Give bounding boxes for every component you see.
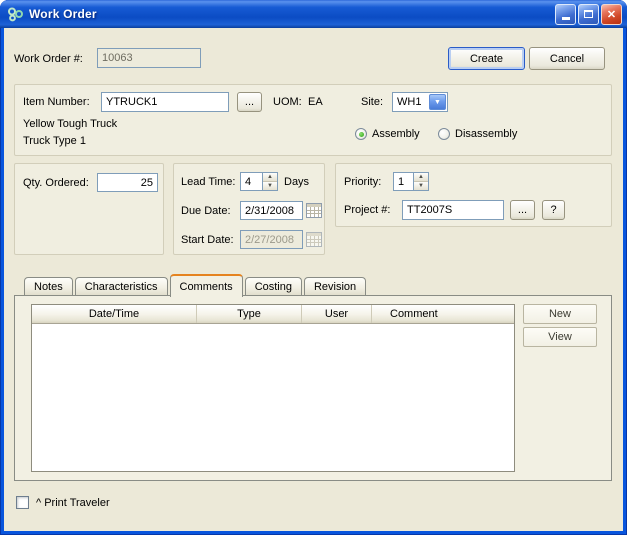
close-icon: ✕ [606, 8, 617, 21]
comments-table-body[interactable] [32, 324, 514, 471]
site-value: WH1 [397, 96, 422, 108]
print-traveler-checkbox[interactable] [16, 496, 29, 509]
lead-time-value[interactable]: 4 [240, 172, 262, 191]
tab-label: Costing [254, 280, 292, 293]
work-order-number-field: 10063 [97, 48, 201, 68]
due-date-label: Due Date: [181, 205, 231, 217]
qty-ordered-label: Qty. Ordered: [23, 177, 89, 189]
print-traveler-label: ^ Print Traveler [36, 497, 110, 509]
site-label: Site: [361, 96, 384, 108]
tab-comments[interactable]: Comments [169, 274, 243, 297]
disassembly-radio[interactable]: Disassembly [438, 128, 517, 140]
priority-group: Priority: 1 ▲ ▼ Project #: TT2007S ... ? [335, 163, 612, 227]
comments-table-header: Date/Time Type User Comment [32, 305, 514, 324]
start-date-label: Start Date: [181, 234, 234, 246]
minimize-icon [561, 16, 570, 20]
uom-value: EA [308, 96, 323, 108]
work-order-number-label: Work Order #: [14, 53, 83, 65]
cancel-button[interactable]: Cancel [529, 47, 605, 70]
tab-label: Comments [179, 280, 233, 293]
due-date-input[interactable]: 2/31/2008 [240, 201, 303, 220]
lead-time-spin-buttons: ▲ ▼ [262, 172, 278, 191]
start-date-calendar-icon[interactable] [306, 232, 322, 247]
uom-label: UOM: [273, 96, 302, 108]
item-group: Item Number: YTRUCK1 ... UOM: EA Site: W… [14, 84, 612, 156]
tab-costing[interactable]: Costing [244, 277, 302, 295]
schedule-group: Lead Time: 4 ▲ ▼ Days Due Date: 2/31/200… [173, 163, 325, 255]
site-select[interactable]: WH1 ▼ [392, 92, 448, 112]
project-number-input[interactable]: TT2007S [402, 200, 504, 220]
project-browse-button[interactable]: ... [510, 200, 535, 220]
priority-up-icon[interactable]: ▲ [414, 173, 428, 181]
column-header-type[interactable]: Type [197, 305, 302, 323]
assembly-radio-icon [355, 128, 367, 140]
work-order-window: Work Order ✕ Work Order #: 10063 Create … [0, 0, 627, 535]
tab-label: Revision [313, 280, 357, 293]
lead-time-spinner[interactable]: 4 ▲ ▼ [240, 172, 278, 191]
due-date-calendar-icon[interactable] [306, 203, 322, 218]
lead-time-label: Lead Time: [181, 176, 236, 188]
maximize-button[interactable] [578, 3, 599, 25]
item-description-line1: Yellow Tough Truck [23, 118, 118, 130]
tab-characteristics[interactable]: Characteristics [74, 277, 168, 295]
priority-label: Priority: [344, 176, 382, 188]
column-header-datetime[interactable]: Date/Time [32, 305, 197, 323]
dropdown-arrow: ▼ [434, 98, 441, 106]
window-title: Work Order [29, 7, 97, 21]
tab-label: Notes [34, 280, 63, 293]
tab-revision[interactable]: Revision [303, 277, 367, 295]
maximize-icon [584, 10, 593, 18]
start-date-field: 2/27/2008 [240, 230, 303, 249]
item-description-line2: Truck Type 1 [23, 135, 86, 147]
close-button[interactable]: ✕ [601, 3, 622, 25]
lead-time-up-icon[interactable]: ▲ [263, 173, 277, 181]
days-label: Days [284, 176, 310, 188]
tab-bar: Notes Characteristics Comments Costing R… [24, 274, 368, 297]
tab-label: Characteristics [84, 280, 158, 293]
comments-table[interactable]: Date/Time Type User Comment [31, 304, 515, 472]
view-button[interactable]: View [523, 327, 597, 347]
app-icon [7, 6, 25, 22]
titlebar-buttons: ✕ [555, 3, 622, 25]
minimize-button[interactable] [555, 3, 576, 25]
site-dropdown-icon[interactable]: ▼ [429, 94, 446, 110]
priority-spinner[interactable]: 1 ▲ ▼ [393, 172, 429, 191]
priority-down-icon[interactable]: ▼ [414, 181, 428, 190]
titlebar[interactable]: Work Order ✕ [0, 0, 627, 28]
priority-spin-buttons: ▲ ▼ [413, 172, 429, 191]
disassembly-label: Disassembly [455, 128, 518, 140]
quantity-group: Qty. Ordered: 25 [14, 163, 164, 255]
lead-time-down-icon[interactable]: ▼ [263, 181, 277, 190]
project-number-label: Project #: [344, 204, 391, 216]
dialog-content: Work Order #: 10063 Create Cancel Item N… [4, 28, 623, 531]
item-number-input[interactable]: YTRUCK1 [101, 92, 229, 112]
priority-value[interactable]: 1 [393, 172, 413, 191]
item-browse-button[interactable]: ... [237, 92, 262, 112]
create-button[interactable]: Create [448, 47, 525, 70]
comments-tab-panel: Date/Time Type User Comment New View [14, 295, 612, 481]
tab-notes[interactable]: Notes [24, 277, 73, 295]
project-help-button[interactable]: ? [542, 200, 565, 220]
assembly-radio[interactable]: Assembly [355, 128, 420, 140]
column-header-user[interactable]: User [302, 305, 372, 323]
assembly-label: Assembly [372, 128, 420, 140]
item-number-label: Item Number: [23, 96, 90, 108]
qty-ordered-input[interactable]: 25 [97, 173, 158, 192]
column-header-comment[interactable]: Comment [372, 305, 514, 323]
disassembly-radio-icon [438, 128, 450, 140]
new-button[interactable]: New [523, 304, 597, 324]
